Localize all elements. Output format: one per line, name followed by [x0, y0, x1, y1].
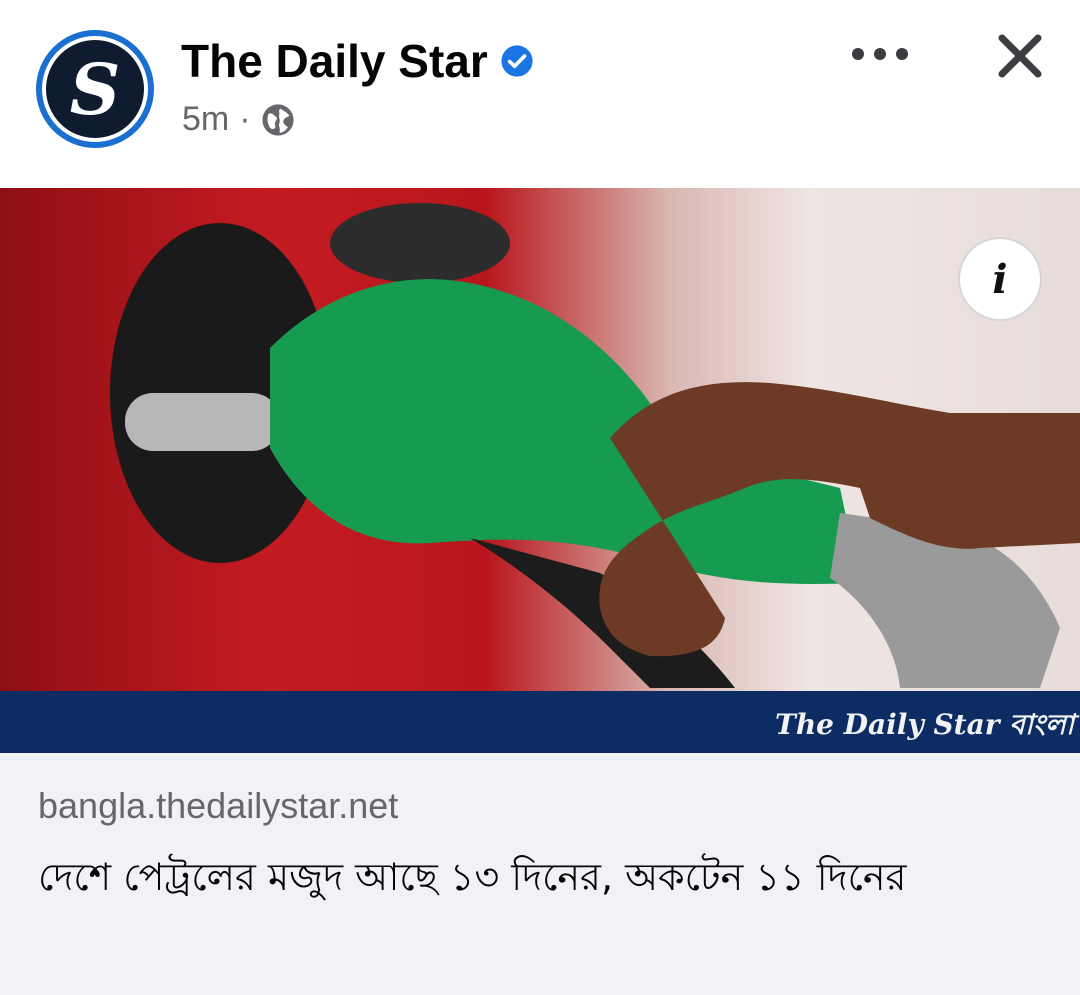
- image-watermark-bar: The Daily Star বাংলা: [0, 691, 1080, 753]
- more-dot: [874, 48, 886, 60]
- more-dot: [896, 48, 908, 60]
- avatar-logo: S: [42, 36, 148, 142]
- more-dot: [852, 48, 864, 60]
- meta-separator: ·: [239, 100, 251, 138]
- post-meta: 5m ·: [182, 100, 295, 139]
- link-headline[interactable]: দেশে পেট্রলের মজুদ আছে ১৩ দিনের, অকটেন ১…: [38, 848, 1038, 906]
- page-avatar[interactable]: S: [36, 30, 154, 148]
- link-domain[interactable]: bangla.thedailystar.net: [38, 785, 398, 827]
- image-watermark: The Daily Star বাংলা: [774, 708, 1074, 741]
- post-time[interactable]: 5m: [182, 100, 229, 139]
- verified-badge-icon: [501, 45, 533, 77]
- globe-icon: [261, 103, 294, 136]
- close-icon[interactable]: [990, 26, 1050, 86]
- post-header: S The Daily Star 5m ·: [0, 0, 1080, 188]
- fuel-nozzle-photo: [110, 203, 1080, 688]
- more-options-button[interactable]: [852, 36, 908, 72]
- info-button[interactable]: i: [958, 237, 1042, 321]
- page-name-row: The Daily Star: [181, 34, 534, 88]
- post-image[interactable]: i: [0, 188, 1080, 691]
- page-name[interactable]: The Daily Star: [181, 34, 488, 88]
